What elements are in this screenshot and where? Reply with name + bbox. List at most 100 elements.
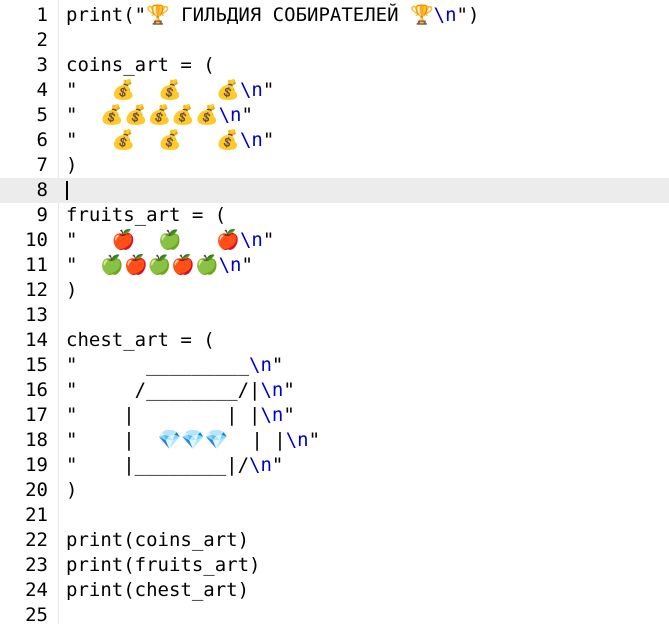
code-text[interactable]: )	[66, 153, 77, 178]
escape-sequence: \n	[249, 454, 272, 476]
code-line[interactable]: 24 print(chest_art)	[0, 578, 669, 603]
code-token: "	[283, 379, 295, 401]
line-number: 3	[36, 54, 48, 76]
line-number: 17	[25, 404, 48, 426]
code-line[interactable]: 5 " 💰💰💰💰💰\n"	[0, 103, 669, 128]
line-number: 20	[25, 479, 48, 501]
code-text[interactable]: print(coins_art)	[66, 528, 249, 553]
escape-sequence: \n	[218, 254, 242, 276]
code-line[interactable]: 15 " _________\n"	[0, 353, 669, 378]
code-token: print(fruits_art)	[66, 554, 261, 576]
line-number: 10	[25, 229, 48, 251]
code-token: )	[66, 154, 78, 176]
line-number: 5	[36, 104, 48, 126]
code-text[interactable]: print(chest_art)	[66, 578, 249, 603]
code-token: print(chest_art)	[66, 579, 250, 601]
code-text[interactable]: " 💰 💰 💰\n"	[66, 128, 274, 153]
code-text[interactable]: " |________|/\n"	[66, 453, 283, 478]
escape-sequence: \n	[239, 129, 263, 151]
code-text[interactable]: " | | |\n"	[66, 403, 295, 428]
line-number: 13	[25, 304, 48, 326]
line-number: 8	[36, 179, 48, 201]
code-line[interactable]: 13	[0, 303, 669, 328]
code-text[interactable]: " | 💎💎💎 | |\n"	[66, 428, 320, 453]
line-number: 15	[25, 354, 48, 376]
escape-sequence: \n	[260, 404, 284, 426]
code-line[interactable]: 3 coins_art = (	[0, 53, 669, 78]
code-token: "	[262, 129, 275, 151]
code-token: " /________/|	[66, 379, 261, 401]
code-line[interactable]: 12)	[0, 278, 669, 303]
code-line[interactable]: 18 " | 💎💎💎 | |\n"	[0, 428, 669, 453]
code-token: "	[262, 79, 275, 101]
code-token: "	[271, 454, 284, 476]
code-text[interactable]: " /________/|\n"	[66, 378, 295, 403]
code-token: "	[241, 104, 253, 126]
code-token: " |________|/	[66, 454, 250, 476]
code-text[interactable]: " 🍎 🍏 🍎\n"	[66, 228, 274, 253]
escape-sequence: \n	[285, 429, 309, 451]
code-text[interactable]: )	[66, 278, 77, 303]
escape-sequence: \n	[260, 379, 284, 401]
code-token: )	[66, 479, 78, 501]
code-line[interactable]: 1 print("🏆 ГИЛЬДИЯ СОБИРАТЕЛЕЙ 🏆\n")	[0, 3, 669, 28]
code-token: " | | |	[66, 404, 261, 426]
code-line[interactable]: 22 print(coins_art)	[0, 528, 669, 553]
code-line[interactable]: 6 " 💰 💰 💰\n"	[0, 128, 669, 153]
code-editor[interactable]: 1 print("🏆 ГИЛЬДИЯ СОБИРАТЕЛЕЙ 🏆\n") 2 3 coi…	[0, 0, 669, 626]
code-line[interactable]: 2	[0, 28, 669, 53]
code-line[interactable]: 17 " | | |\n"	[0, 403, 669, 428]
code-text[interactable]: coins_art = (	[66, 53, 215, 78]
line-number: 12	[25, 279, 48, 301]
code-line[interactable]: 10 " 🍎 🍏 🍎\n"	[0, 228, 669, 253]
code-text[interactable]: fruits_art = (	[66, 203, 226, 228]
line-number: 11	[25, 254, 48, 276]
line-number: 1	[36, 4, 48, 26]
code-line[interactable]: 16 " /________/|\n"	[0, 378, 669, 403]
code-token: "	[283, 404, 295, 426]
code-token: fruits_art = (	[66, 204, 227, 226]
code-line[interactable]: 9 fruits_art = (	[0, 203, 669, 228]
line-number: 24	[25, 579, 48, 601]
line-number: 23	[25, 554, 48, 576]
code-line[interactable]: 8	[0, 178, 669, 203]
code-token: "	[308, 429, 321, 451]
code-text[interactable]: )	[66, 478, 77, 503]
code-line[interactable]: 23 print(fruits_art)	[0, 553, 669, 578]
line-number: 16	[25, 379, 48, 401]
line-number: 25	[25, 604, 48, 626]
code-line[interactable]: 14 chest_art = (	[0, 328, 669, 353]
code-line[interactable]: 11 " 🍏🍎🍏🍎🍏\n"	[0, 253, 669, 278]
code-text[interactable]: " 💰💰💰💰💰\n"	[66, 103, 253, 128]
code-token: print("	[66, 4, 147, 26]
code-token: "	[241, 254, 253, 276]
code-line[interactable]: 19 " |________|/\n"	[0, 453, 669, 478]
code-text[interactable]: print("🏆 ГИЛЬДИЯ СОБИРАТЕЛЕЙ 🏆\n")	[66, 3, 479, 28]
code-text[interactable]: chest_art = (	[66, 328, 215, 353]
code-token: 🏆 ГИЛЬДИЯ СОБИРАТЕЛЕЙ 🏆	[146, 4, 434, 26]
line-number: 18	[25, 429, 48, 451]
code-token: " 💰 💰 💰	[66, 79, 240, 101]
code-text[interactable]: " _________\n"	[66, 353, 283, 378]
code-token: )	[66, 279, 78, 301]
line-number: 19	[25, 454, 48, 476]
code-text[interactable]: print(fruits_art)	[66, 553, 260, 578]
code-line[interactable]: 20)	[0, 478, 669, 503]
code-token: print(coins_art)	[66, 529, 250, 551]
code-line[interactable]: 4 " 💰 💰 💰\n"	[0, 78, 669, 103]
line-number: 21	[25, 504, 48, 526]
code-text[interactable]: " 💰 💰 💰\n"	[66, 78, 274, 103]
line-number: 14	[25, 329, 48, 351]
text-caret	[66, 181, 68, 200]
code-token: " 🍎 🍏 🍎	[66, 229, 240, 251]
code-token: " _________	[66, 354, 250, 376]
code-token: ")	[456, 4, 480, 26]
code-token: coins_art = (	[66, 54, 215, 76]
code-line[interactable]: 25	[0, 603, 669, 628]
code-line[interactable]: 7)	[0, 153, 669, 178]
code-line[interactable]: 21	[0, 503, 669, 528]
code-token: " 💰 💰 💰	[66, 129, 240, 151]
code-token: " | 💎💎💎 | |	[66, 429, 286, 451]
code-text[interactable]: " 🍏🍎🍏🍎🍏\n"	[66, 253, 253, 278]
line-number: 2	[36, 29, 48, 51]
